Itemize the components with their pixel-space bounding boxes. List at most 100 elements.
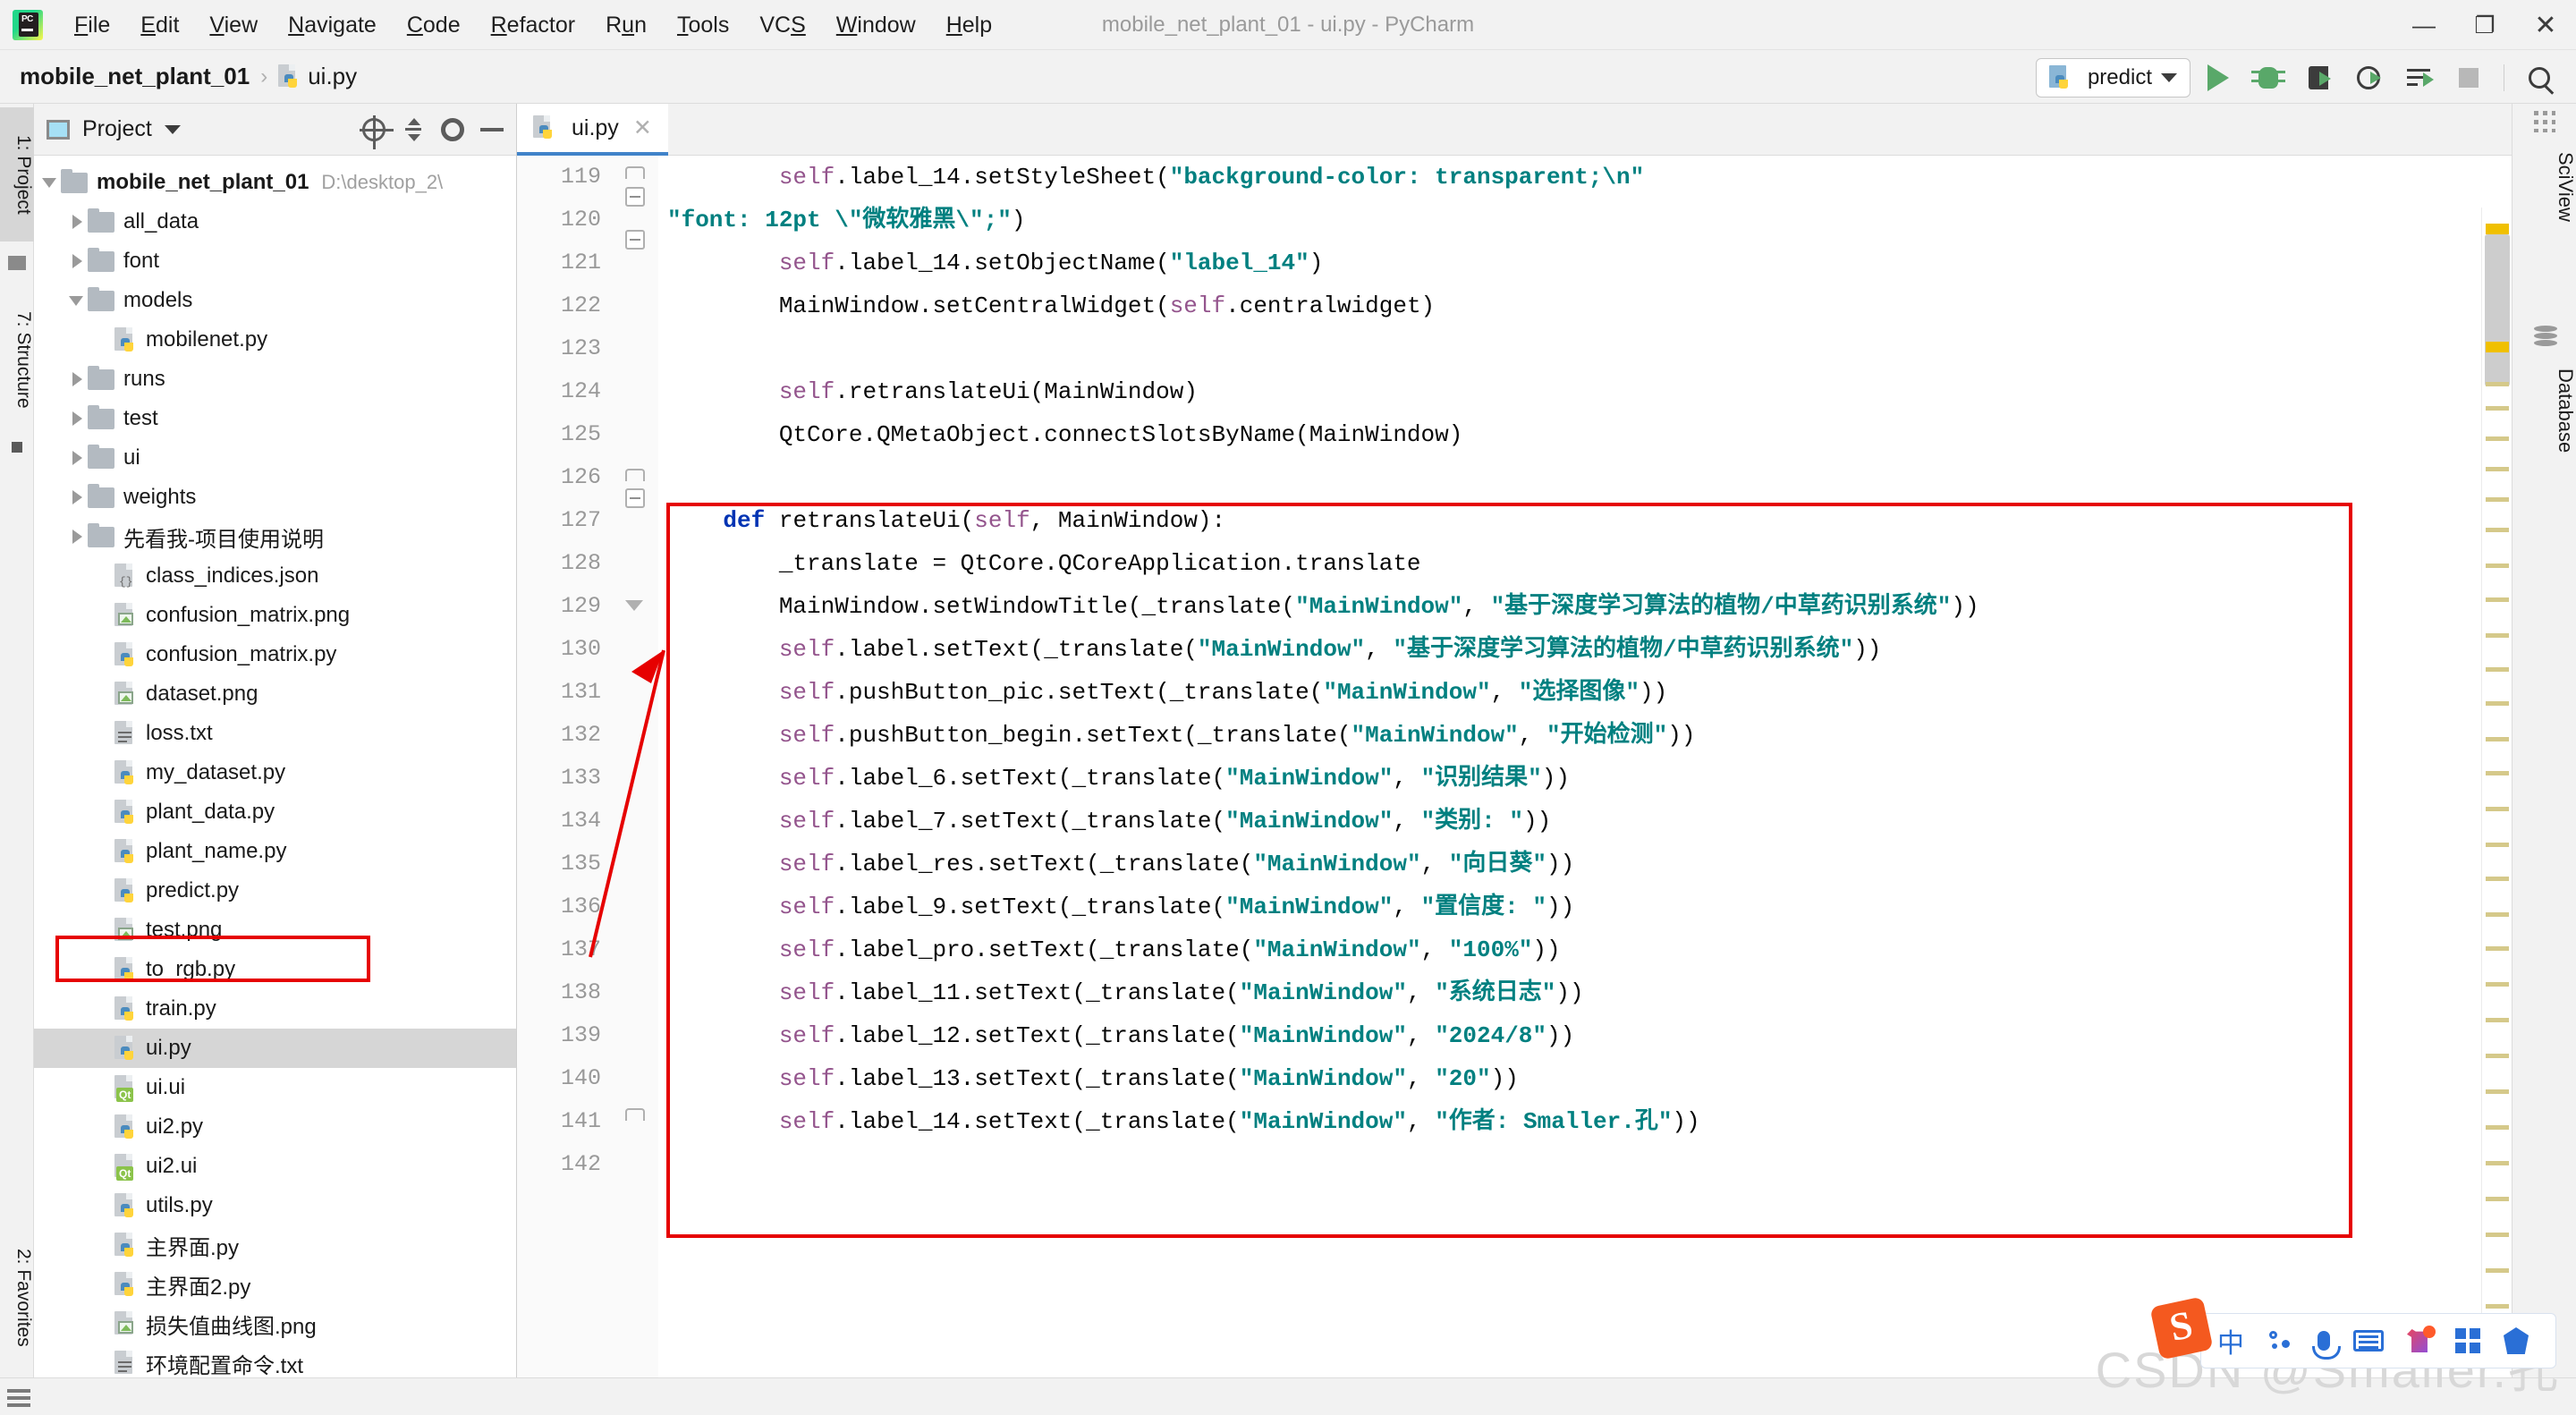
menu-vcs[interactable]: VCS bbox=[744, 0, 820, 50]
tree-row[interactable]: dataset.png bbox=[34, 674, 516, 714]
tree-row[interactable]: ui bbox=[34, 438, 516, 478]
run-coverage-button[interactable] bbox=[2296, 57, 2341, 98]
inspection-marker[interactable] bbox=[2486, 1018, 2509, 1022]
tree-row[interactable]: font bbox=[34, 241, 516, 281]
fold-marker[interactable] bbox=[625, 488, 645, 508]
code-line[interactable]: MainWindow.setCentralWidget(self.central… bbox=[667, 284, 2512, 327]
project-file-tree[interactable]: mobile_net_plant_01 D:\desktop_2\ all_data… bbox=[34, 156, 516, 1415]
code-line[interactable]: self.label_14.setObjectName("label_14") bbox=[667, 241, 2512, 284]
tree-row[interactable]: plant_name.py bbox=[34, 832, 516, 871]
chevron-down-icon[interactable] bbox=[164, 124, 181, 134]
code-line[interactable]: QtCore.QMetaObject.connectSlotsByName(Ma… bbox=[667, 413, 2512, 456]
tree-row[interactable]: ui2.py bbox=[34, 1107, 516, 1147]
editor-scrollbar-thumb[interactable] bbox=[2485, 234, 2510, 386]
menu-refactor[interactable]: Refactor bbox=[476, 0, 591, 50]
chevron-right-icon[interactable] bbox=[68, 487, 88, 507]
inspection-marker[interactable] bbox=[2486, 1054, 2509, 1058]
tree-row[interactable]: test bbox=[34, 399, 516, 438]
code-line[interactable]: self.label_12.setText(_translate("MainWi… bbox=[667, 1014, 2512, 1057]
chevron-down-icon[interactable] bbox=[41, 173, 61, 192]
maximize-button[interactable]: ❐ bbox=[2454, 0, 2515, 50]
inspection-marker[interactable] bbox=[2486, 528, 2509, 532]
chevron-right-icon[interactable] bbox=[68, 369, 88, 389]
menu-view[interactable]: View bbox=[194, 0, 273, 50]
code-folding-gutter[interactable] bbox=[617, 156, 658, 1377]
stop-button[interactable] bbox=[2446, 57, 2491, 98]
collapse-all-icon[interactable] bbox=[402, 117, 425, 141]
inspection-marker[interactable] bbox=[2486, 737, 2509, 741]
tree-row[interactable]: my_dataset.py bbox=[34, 753, 516, 792]
breadcrumb-root[interactable]: mobile_net_plant_01 bbox=[20, 63, 250, 90]
inspection-marker[interactable] bbox=[2486, 667, 2509, 672]
code-line[interactable]: self.label_6.setText(_translate("MainWin… bbox=[667, 757, 2512, 800]
chevron-right-icon[interactable] bbox=[68, 448, 88, 468]
code-line[interactable]: "font: 12pt \"微软雅黑\";") bbox=[667, 199, 2512, 241]
tree-row-project-root[interactable]: mobile_net_plant_01 D:\desktop_2\ bbox=[34, 163, 516, 202]
inspection-marker[interactable] bbox=[2486, 1089, 2509, 1094]
code-line[interactable]: self.label_9.setText(_translate("MainWin… bbox=[667, 885, 2512, 928]
menu-help[interactable]: Help bbox=[931, 0, 1007, 50]
inspection-marker[interactable] bbox=[2486, 1197, 2509, 1201]
run-button[interactable] bbox=[2196, 57, 2241, 98]
code-line[interactable]: self.label_14.setText(_translate("MainWi… bbox=[667, 1100, 2512, 1143]
inspection-marker[interactable] bbox=[2486, 912, 2509, 917]
inspection-marker[interactable] bbox=[2486, 982, 2509, 987]
tree-row[interactable]: train.py bbox=[34, 989, 516, 1029]
tree-row[interactable]: predict.py bbox=[34, 871, 516, 911]
chevron-right-icon[interactable] bbox=[68, 251, 88, 271]
debug-button[interactable] bbox=[2246, 57, 2291, 98]
tree-row[interactable]: mobilenet.py bbox=[34, 320, 516, 360]
tree-row[interactable]: all_data bbox=[34, 202, 516, 241]
inspection-marker[interactable] bbox=[2486, 1268, 2509, 1273]
menu-code[interactable]: Code bbox=[392, 0, 476, 50]
menu-file[interactable]: File bbox=[59, 0, 125, 50]
code-line[interactable]: self.label_13.setText(_translate("MainWi… bbox=[667, 1057, 2512, 1100]
gear-icon[interactable] bbox=[441, 117, 464, 141]
tree-row[interactable]: Qt ui.ui bbox=[34, 1068, 516, 1107]
inspection-marker[interactable] bbox=[2486, 1233, 2509, 1237]
tree-row[interactable]: loss.txt bbox=[34, 714, 516, 753]
search-everywhere-button[interactable] bbox=[2517, 57, 2562, 98]
chevron-down-icon[interactable] bbox=[68, 291, 88, 310]
inspection-marker[interactable] bbox=[2486, 467, 2509, 471]
chinese-mode-icon[interactable]: 中 bbox=[2217, 1321, 2244, 1360]
inspection-marker[interactable] bbox=[2486, 406, 2509, 411]
keyboard-icon[interactable] bbox=[2353, 1330, 2384, 1351]
tree-row[interactable]: 主界面.py bbox=[34, 1225, 516, 1265]
inspection-marker[interactable] bbox=[2486, 1125, 2509, 1130]
inspection-marker[interactable] bbox=[2486, 563, 2509, 568]
error-marker-column[interactable] bbox=[2481, 208, 2512, 1415]
chevron-right-icon[interactable] bbox=[68, 527, 88, 547]
run-configuration-selector[interactable]: predict bbox=[2035, 58, 2190, 97]
inspection-marker[interactable] bbox=[2486, 1161, 2509, 1165]
code-line[interactable]: def retranslateUi(self, MainWindow): bbox=[667, 499, 2512, 542]
code-line[interactable]: self.pushButton_begin.setText(_translate… bbox=[667, 714, 2512, 757]
inspection-marker[interactable] bbox=[2486, 597, 2509, 602]
code-line[interactable]: self.label.setText(_translate("MainWindo… bbox=[667, 628, 2512, 671]
code-line[interactable]: self.label_11.setText(_translate("MainWi… bbox=[667, 971, 2512, 1014]
sidebar-item-favorites[interactable]: 2: Favorites bbox=[0, 1222, 34, 1374]
inspection-marker[interactable] bbox=[2486, 843, 2509, 847]
tab-ui-py[interactable]: ui.py ✕ bbox=[517, 104, 668, 156]
code-line[interactable]: self.retranslateUi(MainWindow) bbox=[667, 370, 2512, 413]
code-line[interactable]: self.label_7.setText(_translate("MainWin… bbox=[667, 800, 2512, 843]
tree-row[interactable]: Qt ui2.ui bbox=[34, 1147, 516, 1186]
tree-row[interactable]: 主界面2.py bbox=[34, 1265, 516, 1304]
tree-row[interactable]: models bbox=[34, 281, 516, 320]
breadcrumb-file[interactable]: ui.py bbox=[308, 63, 357, 90]
sidebar-item-project[interactable]: 1: Project bbox=[0, 107, 34, 241]
chevron-right-icon[interactable] bbox=[68, 409, 88, 428]
tree-row[interactable]: confusion_matrix.py bbox=[34, 635, 516, 674]
sidebar-item-structure[interactable]: 7: Structure bbox=[0, 283, 34, 436]
menu-run[interactable]: Run bbox=[590, 0, 662, 50]
profile-button[interactable] bbox=[2346, 57, 2391, 98]
close-button[interactable]: ✕ bbox=[2515, 0, 2576, 50]
inspection-marker[interactable] bbox=[2486, 946, 2509, 951]
chevron-right-icon[interactable] bbox=[68, 212, 88, 232]
tree-row[interactable]: 先看我-项目使用说明 bbox=[34, 517, 516, 556]
code-line[interactable]: self.pushButton_pic.setText(_translate("… bbox=[667, 671, 2512, 714]
code-line[interactable] bbox=[667, 456, 2512, 499]
tree-row[interactable]: plant_data.py bbox=[34, 792, 516, 832]
minimize-button[interactable]: — bbox=[2394, 0, 2454, 50]
tree-row[interactable]: test.png bbox=[34, 911, 516, 950]
